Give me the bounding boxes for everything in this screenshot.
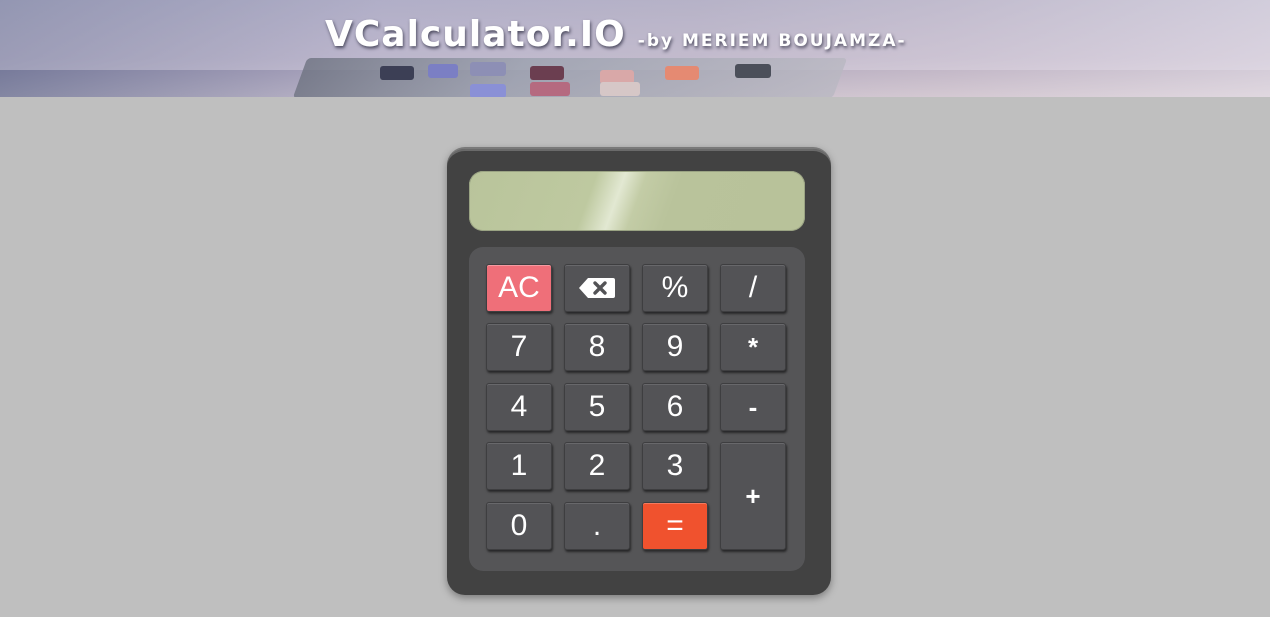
percent-button[interactable]: %	[642, 264, 708, 312]
digit-3-button[interactable]: 3	[642, 442, 708, 490]
app-title: VCalculator.IO	[325, 14, 626, 55]
banner-key	[665, 66, 699, 80]
page-title: VCalculator.IO -by MERIEM BOUJAMZA-	[325, 14, 907, 55]
plus-button[interactable]: +	[720, 442, 786, 550]
digit-1-button[interactable]: 1	[486, 442, 552, 490]
digit-7-button[interactable]: 7	[486, 323, 552, 371]
digit-6-button[interactable]: 6	[642, 383, 708, 431]
digit-2-button[interactable]: 2	[564, 442, 630, 490]
calculator-display	[469, 171, 805, 231]
digit-8-button[interactable]: 8	[564, 323, 630, 371]
divide-button[interactable]: /	[720, 264, 786, 312]
digit-0-button[interactable]: 0	[486, 502, 552, 550]
banner-key	[735, 64, 771, 78]
equals-button[interactable]: =	[642, 502, 708, 550]
banner-key	[380, 66, 414, 80]
digit-4-button[interactable]: 4	[486, 383, 552, 431]
multiply-button[interactable]: *	[720, 323, 786, 371]
banner-key	[530, 82, 570, 96]
banner-key	[470, 62, 506, 76]
minus-button[interactable]: -	[720, 383, 786, 431]
backspace-button[interactable]	[564, 264, 630, 312]
author-byline: -by MERIEM BOUJAMZA-	[637, 31, 907, 51]
decimal-point-button[interactable]: .	[564, 502, 630, 550]
digit-5-button[interactable]: 5	[564, 383, 630, 431]
keypad: AC % / 7 8 9 * 4 5 6 - 1 2 3 + 0 . =	[469, 247, 805, 571]
backspace-icon	[579, 278, 615, 298]
digit-9-button[interactable]: 9	[642, 323, 708, 371]
calculator: AC % / 7 8 9 * 4 5 6 - 1 2 3 + 0 . =	[447, 147, 831, 595]
banner-key	[600, 82, 640, 96]
banner-key	[428, 64, 458, 78]
banner-key	[470, 84, 506, 97]
clear-all-button[interactable]: AC	[486, 264, 552, 312]
header-banner: VCalculator.IO -by MERIEM BOUJAMZA-	[0, 0, 1270, 97]
banner-key	[530, 66, 564, 80]
